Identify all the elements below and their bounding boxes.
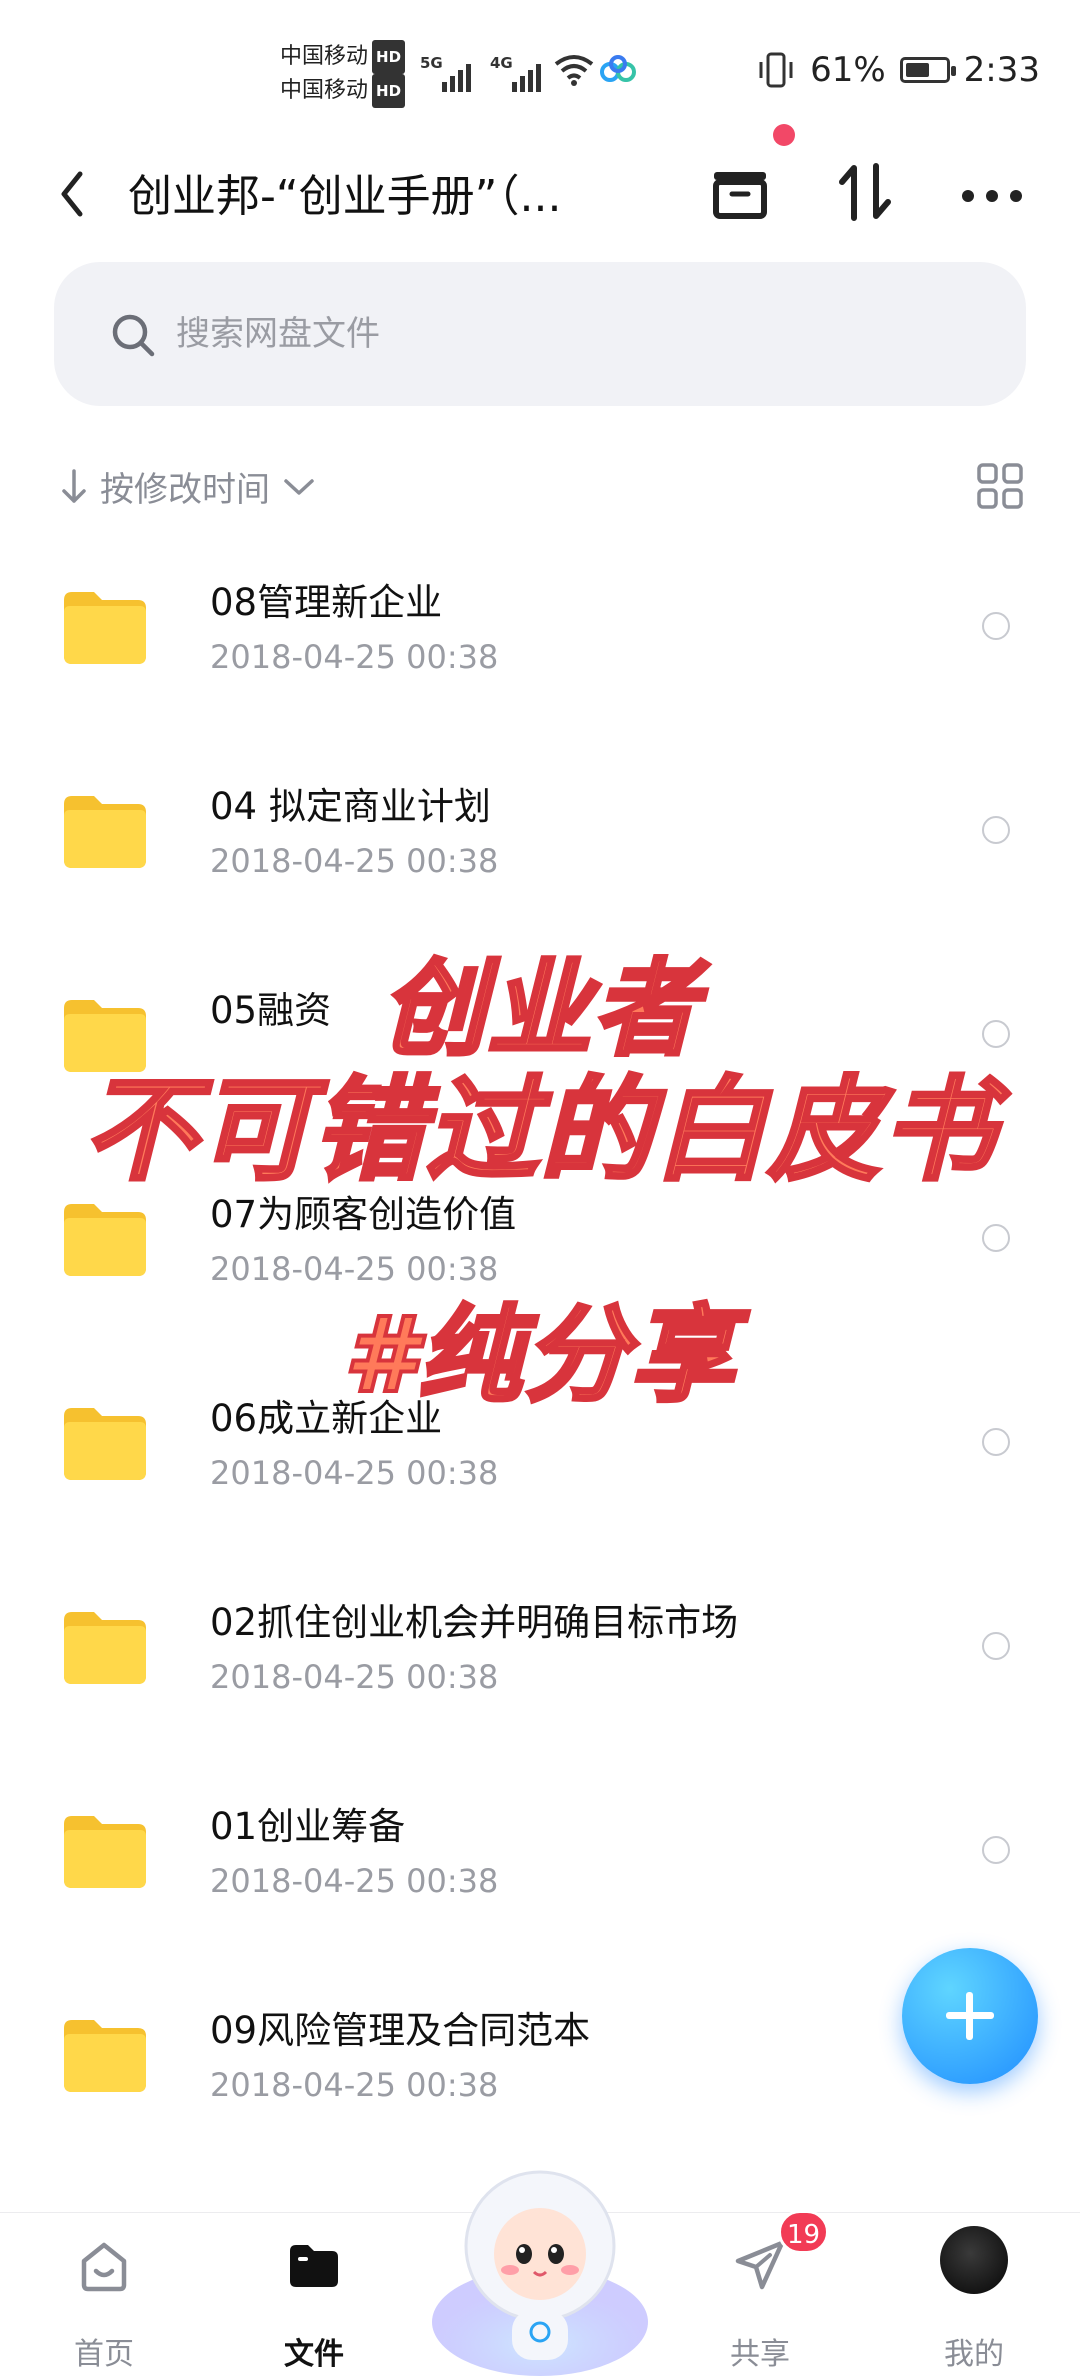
list-item[interactable]: 02抓住创业机会并明确目标市场 2018-04-25 00:38 <box>0 1552 1080 1756</box>
hd-badge: HD <box>372 40 406 74</box>
add-button[interactable] <box>902 1948 1038 2084</box>
share-count-badge: 19 <box>778 2210 830 2254</box>
folder-icon <box>64 2020 146 2092</box>
file-name: 01创业筹备 <box>210 1805 406 1848</box>
search-input[interactable] <box>174 300 998 368</box>
search-bar[interactable] <box>54 262 1026 406</box>
file-name: 04 拟定商业计划 <box>210 785 491 828</box>
list-item[interactable]: 07为顾客创造价值 2018-04-25 00:38 <box>0 1144 1080 1348</box>
nav-home-label: 首页 <box>74 2337 134 2372</box>
grid-view-icon[interactable] <box>976 462 1024 510</box>
battery-percent: 61% <box>810 50 886 90</box>
folder-icon <box>64 1000 146 1072</box>
sort-control[interactable]: 按修改时间 <box>60 462 316 511</box>
list-item[interactable]: 04 拟定商业计划 2018-04-25 00:38 <box>0 736 1080 940</box>
header: 创业邦-“创业手册”（... <box>0 140 1080 270</box>
list-item[interactable]: 01创业筹备 2018-04-25 00:38 <box>0 1756 1080 1960</box>
search-icon <box>112 314 155 357</box>
folder-icon <box>64 1408 146 1480</box>
file-date: 2018-04-25 00:38 <box>210 842 499 880</box>
file-date: 2018-04-25 00:38 <box>210 1454 499 1492</box>
select-radio[interactable] <box>982 612 1010 640</box>
file-name: 07为顾客创造价值 <box>210 1193 517 1236</box>
battery-icon <box>899 57 956 83</box>
nav-me-label: 我的 <box>944 2337 1004 2372</box>
file-name: 08管理新企业 <box>210 581 443 624</box>
file-name: 05融资 <box>210 989 332 1032</box>
file-date: 2018-04-25 00:38 <box>210 2066 499 2104</box>
vibrate-icon <box>759 52 793 88</box>
sort-label: 按修改时间 <box>100 470 270 510</box>
chevron-down-icon <box>284 478 314 495</box>
status-bar: 中国移动 HD 中国移动 HD 5G 4G 61% 2:33 <box>0 0 1080 140</box>
folder-icon <box>64 796 146 868</box>
signal-indicators: 5G 4G <box>420 48 640 92</box>
nav-files[interactable]: 文件 <box>244 2213 384 2377</box>
list-item[interactable]: 05融资 <box>0 940 1080 1144</box>
file-date: 2018-04-25 00:38 <box>210 1658 499 1696</box>
folder-icon <box>64 592 146 664</box>
file-list: 08管理新企业 2018-04-25 00:38 04 拟定商业计划 2018-04-… <box>0 532 1080 2164</box>
file-date: 2018-04-25 00:38 <box>210 1250 499 1288</box>
file-date: 2018-04-25 00:38 <box>210 638 499 676</box>
chevron-left-icon[interactable] <box>52 164 92 224</box>
net-type-2: 4G <box>490 54 513 72</box>
folder-icon <box>64 1612 146 1684</box>
nav-files-label: 文件 <box>284 2337 344 2372</box>
folder-icon <box>64 1204 146 1276</box>
carrier-1: 中国移动 <box>280 44 369 69</box>
file-name: 02抓住创业机会并明确目标市场 <box>210 1601 739 1644</box>
select-radio[interactable] <box>982 816 1010 844</box>
list-item[interactable]: 06成立新企业 2018-04-25 00:38 <box>0 1348 1080 1552</box>
home-icon <box>81 2242 127 2292</box>
mascot-icon[interactable] <box>430 2150 650 2376</box>
select-radio[interactable] <box>982 1224 1010 1252</box>
arrow-down-icon <box>62 468 86 503</box>
signal-bars-2-icon <box>512 64 541 92</box>
notification-dot <box>773 124 795 146</box>
file-name: 06成立新企业 <box>210 1397 443 1440</box>
wifi-icon <box>554 55 594 86</box>
transfer-icon[interactable] <box>826 152 906 232</box>
select-radio[interactable] <box>982 1428 1010 1456</box>
carrier-2: 中国移动 <box>280 78 369 103</box>
file-name: 09风险管理及合同范本 <box>210 2009 591 2052</box>
folder-icon <box>64 1816 146 1888</box>
list-item[interactable]: 08管理新企业 2018-04-25 00:38 <box>0 532 1080 736</box>
nav-share-label: 共享 <box>730 2337 790 2372</box>
folder-filled-icon <box>290 2245 338 2287</box>
status-right: 61% 2:33 <box>756 50 1040 90</box>
select-radio[interactable] <box>982 1020 1010 1048</box>
net-type-1: 5G <box>420 54 443 72</box>
file-date: 2018-04-25 00:38 <box>210 1862 499 1900</box>
page-title: 创业邦-“创业手册”（... <box>128 171 562 222</box>
hd-badge: HD <box>372 74 406 108</box>
signal-bars-1-icon <box>442 64 471 92</box>
clock: 2:33 <box>963 50 1040 90</box>
archive-icon[interactable] <box>700 152 780 232</box>
avatar[interactable] <box>940 2226 1008 2294</box>
carrier-info: 中国移动 HD 中国移动 HD <box>280 40 406 108</box>
nav-home[interactable]: 首页 <box>34 2213 174 2377</box>
select-radio[interactable] <box>982 1632 1010 1660</box>
cloud-sync-icon <box>600 55 636 82</box>
select-radio[interactable] <box>982 1836 1010 1864</box>
more-icon[interactable] <box>952 152 1032 232</box>
